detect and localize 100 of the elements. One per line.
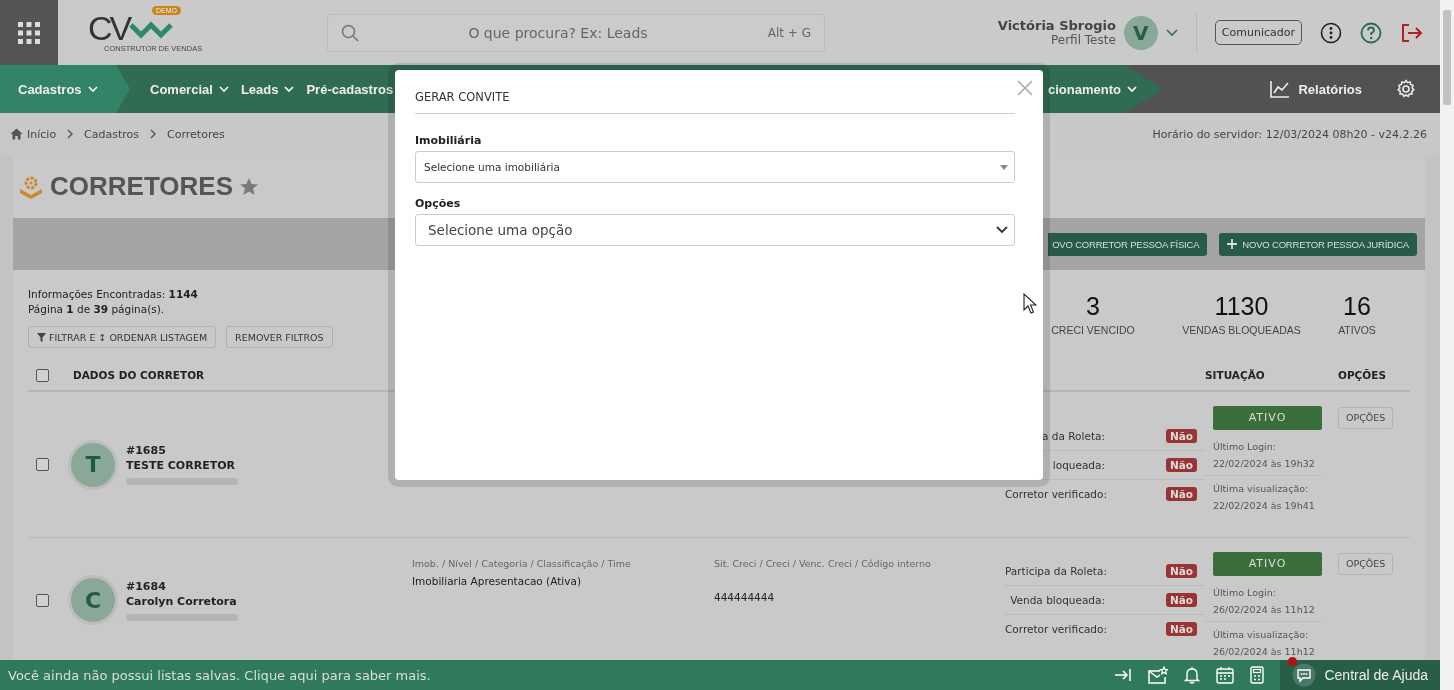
help-icon[interactable] xyxy=(1360,21,1382,44)
filter-icon xyxy=(37,332,46,342)
flag-label: a da Roleta: xyxy=(1041,429,1105,442)
broker-id: #1684 xyxy=(126,579,167,593)
flag-badge: Não xyxy=(1165,622,1197,636)
agency-name: Imobiliaria Apresentacao (Ativa) xyxy=(412,575,582,587)
login-label: Último Login: xyxy=(1212,440,1277,454)
menu-item[interactable]: cionamento xyxy=(1048,65,1137,113)
flag-badge: Não xyxy=(1165,564,1197,578)
stat-label: ATIVOS xyxy=(1338,324,1376,336)
flag-label: Corretor verificado: xyxy=(1005,487,1105,500)
broker-name: Carolyn Corretora xyxy=(126,594,238,608)
flag-badge: Não xyxy=(1165,457,1197,472)
select-field[interactable]: Selecione uma opção xyxy=(415,214,1015,246)
broker-avatar: C xyxy=(68,575,118,625)
breadcrumb-link[interactable]: Início xyxy=(10,127,57,141)
new-broker-button[interactable]: OVO CORRETOR PESSOA FÍSICA xyxy=(1048,232,1208,256)
calendar-icon[interactable] xyxy=(1216,666,1235,684)
view-label: Última visualização: xyxy=(1212,482,1310,496)
caret-icon xyxy=(218,85,229,93)
flag-label: Participa da Roleta: xyxy=(1005,565,1105,577)
row-checkbox[interactable] xyxy=(36,458,49,471)
view-date: 22/02/2024 às 19h41 xyxy=(1212,499,1316,513)
flag-badge: Não xyxy=(1165,593,1197,607)
flag-label: Corretor verificado: xyxy=(1005,623,1105,635)
help-center-button[interactable]: Central de Ajuda xyxy=(1280,660,1440,690)
saved-lists-message[interactable]: Você ainda não possui listas salvas. Clique aqui para saber mais. xyxy=(0,667,431,683)
apps-icon xyxy=(17,20,41,45)
broker-id: #1685 xyxy=(126,444,167,457)
cursor-icon xyxy=(1023,293,1037,315)
broker-name: TESTE CORRETOR xyxy=(126,459,236,472)
scrollbar[interactable] xyxy=(1440,0,1454,690)
options-button[interactable]: OPÇÕES xyxy=(1338,552,1394,575)
home-icon xyxy=(10,128,23,140)
search-icon xyxy=(341,23,359,42)
more-icon[interactable] xyxy=(1320,21,1342,44)
menu-item[interactable]: Cadastros xyxy=(0,65,130,113)
server-time: Horário do servidor: 12/03/2024 08h20 - v24.2.26 xyxy=(1152,127,1427,141)
apps-menu-button[interactable] xyxy=(0,0,58,65)
field-heading: Sit. Creci / Creci / Venc. Creci / Código interno xyxy=(714,558,932,569)
stat-label: CRECI VENCIDO xyxy=(1051,324,1135,336)
flag-badge: Não xyxy=(1165,428,1197,443)
reports-menu-item[interactable]: Relatórios xyxy=(1270,65,1362,113)
login-date: 26/02/2024 às 11h12 xyxy=(1212,603,1316,617)
caret-icon xyxy=(1127,85,1137,93)
column-header: OPÇÕES xyxy=(1338,369,1387,381)
settings-icon[interactable] xyxy=(1396,79,1416,99)
column-header: DADOS DO CORRETOR xyxy=(72,369,206,381)
page-title: CORRETORES xyxy=(50,171,233,202)
breadcrumb-link[interactable]: Cadastros xyxy=(84,127,140,141)
menu-item[interactable]: Comercial xyxy=(150,65,229,113)
caret-icon xyxy=(1000,164,1008,170)
user-profile: Perfil Teste xyxy=(1051,33,1116,47)
dialog-title: GERAR CONVITE xyxy=(415,90,1015,114)
column-header: SITUAÇÃO xyxy=(1205,369,1266,381)
shortcut-hint: Alt + G xyxy=(767,25,811,40)
logout-icon[interactable] xyxy=(1400,21,1424,44)
select-all-checkbox[interactable] xyxy=(36,368,49,382)
field-label: Imobiliária xyxy=(415,134,483,147)
plus-icon xyxy=(1227,239,1238,249)
flag-badge: Não xyxy=(1165,486,1197,501)
broker-avatar: T xyxy=(68,439,118,490)
communicator-button[interactable]: Comunicador xyxy=(1214,20,1302,45)
caret-icon xyxy=(284,85,295,93)
new-broker-button[interactable]: NOVO CORRETOR PESSOA JURÍDICA xyxy=(1219,232,1417,256)
mail-star-icon[interactable] xyxy=(1148,666,1169,684)
user-name: Victória Sbrogio xyxy=(997,18,1116,33)
status-badge: ATIVO xyxy=(1213,552,1322,576)
result-summary: Informações Encontradas: 1144 xyxy=(28,287,198,302)
select-field[interactable]: Selecione uma imobiliária xyxy=(415,151,1015,183)
flag-label: loqueada: xyxy=(1051,458,1105,471)
logo-mark: CV xyxy=(88,11,130,44)
row-checkbox[interactable] xyxy=(36,593,49,607)
chevron-icon xyxy=(66,129,75,139)
menu-item[interactable]: Leads xyxy=(240,65,295,113)
star-icon[interactable] xyxy=(239,176,259,197)
caret-icon xyxy=(996,226,1008,234)
caret-icon xyxy=(87,85,98,93)
menu-item[interactable]: Pré-cadastros xyxy=(306,65,394,113)
flag-label: Venda bloqueada: xyxy=(1009,594,1105,606)
filter-button[interactable]: REMOVER FILTROS xyxy=(226,326,333,348)
login-date: 22/02/2024 às 19h32 xyxy=(1212,457,1316,471)
breadcrumb-link[interactable]: Corretores xyxy=(167,127,225,141)
field-heading: Imob. / Nível / Categoria / Classificação / Time xyxy=(412,558,632,569)
chevron-icon xyxy=(149,129,158,139)
view-label: Última visualização: xyxy=(1212,628,1310,642)
stat-value: 16 xyxy=(1343,292,1371,320)
stat-label: VENDAS BLOQUEADAS xyxy=(1182,324,1301,336)
bell-icon[interactable] xyxy=(1184,666,1201,684)
stat-value: 1130 xyxy=(1214,292,1269,320)
options-button[interactable]: OPÇÕES xyxy=(1338,406,1394,429)
stat-value: 3 xyxy=(1086,292,1100,320)
chart-icon xyxy=(1270,80,1291,98)
field-label: Opções xyxy=(415,197,462,210)
status-badge: ATIVO xyxy=(1213,406,1322,430)
creci-number: 444444444 xyxy=(714,591,776,603)
arrow-to-bar-icon[interactable] xyxy=(1114,668,1133,682)
caret-icon[interactable] xyxy=(1165,28,1178,37)
calculator-icon[interactable] xyxy=(1250,666,1265,684)
filter-button[interactable]: FILTRAR E ↕ ORDENAR LISTAGEM xyxy=(28,326,217,348)
